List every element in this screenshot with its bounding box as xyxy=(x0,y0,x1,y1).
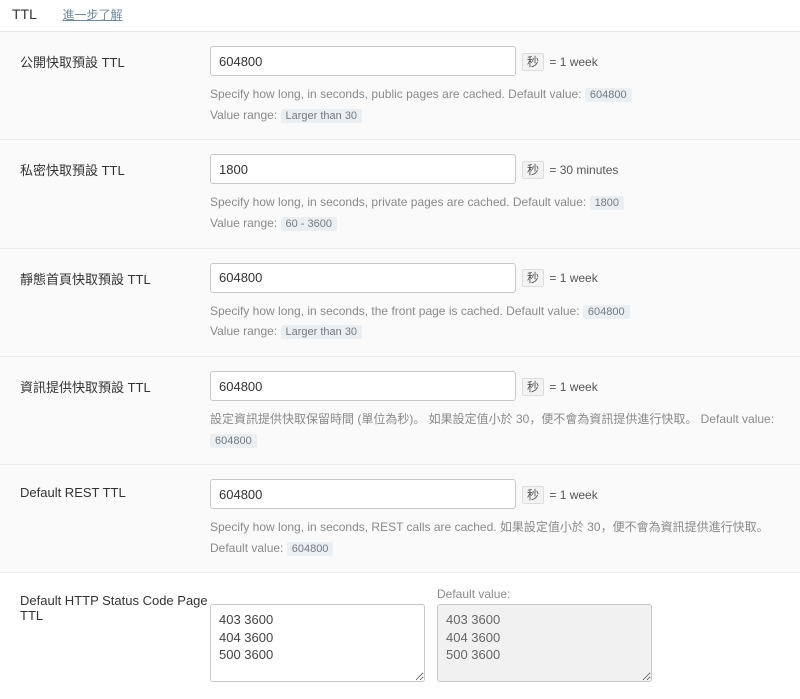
setting-rest-ttl: Default REST TTL 秒 = 1 week Specify how … xyxy=(0,465,800,573)
default-value-code: 1800 xyxy=(590,196,624,210)
setting-label: Default REST TTL xyxy=(20,479,210,558)
seconds-badge: 秒 xyxy=(522,161,544,179)
unit-equiv: = 1 week xyxy=(546,380,598,394)
feed-ttl-input[interactable] xyxy=(210,371,516,401)
help-text: Specify how long, in seconds, public pag… xyxy=(210,84,780,125)
default-value-code: 604800 xyxy=(287,542,334,556)
seconds-badge: 秒 xyxy=(522,53,544,71)
rest-ttl-input[interactable] xyxy=(210,479,516,509)
unit-label: 秒 = 1 week xyxy=(522,378,598,395)
spacer-label xyxy=(210,587,425,601)
status-value-col xyxy=(210,587,425,685)
range-code: Larger than 30 xyxy=(281,325,363,339)
default-value-code: 604800 xyxy=(583,305,630,319)
help-text: Specify how long, in seconds, the front … xyxy=(210,301,780,342)
front-ttl-input[interactable] xyxy=(210,263,516,293)
help-line: Specify how long, in seconds, public pag… xyxy=(210,87,585,101)
seconds-badge: 秒 xyxy=(522,486,544,504)
seconds-badge: 秒 xyxy=(522,378,544,396)
unit-label: 秒 = 1 week xyxy=(522,53,598,70)
setting-front-ttl: 靜態首頁快取預設 TTL 秒 = 1 week Specify how long… xyxy=(0,249,800,357)
range-code: 60 - 3600 xyxy=(281,217,337,231)
setting-label: Default HTTP Status Code Page TTL xyxy=(20,587,210,685)
unit-equiv: = 1 week xyxy=(546,55,598,69)
help-text: Specify how long, in seconds, private pa… xyxy=(210,192,780,233)
help-text: Specify how long, in seconds, REST calls… xyxy=(210,517,780,558)
setting-label: 靜態首頁快取預設 TTL xyxy=(20,263,210,342)
setting-label: 資訊提供快取預設 TTL xyxy=(20,371,210,450)
unit-equiv: = 30 minutes xyxy=(546,163,618,177)
status-default-textarea xyxy=(437,604,652,682)
setting-label: 公開快取預設 TTL xyxy=(20,46,210,125)
status-default-col: Default value: xyxy=(437,587,652,685)
setting-public-ttl: 公開快取預設 TTL 秒 = 1 week Specify how long, … xyxy=(0,32,800,140)
help-range-label: Value range: xyxy=(210,108,281,122)
range-code: Larger than 30 xyxy=(281,109,363,123)
section-title: TTL xyxy=(12,6,37,22)
setting-field: 秒 = 1 week Specify how long, in seconds,… xyxy=(210,479,780,558)
seconds-badge: 秒 xyxy=(522,269,544,287)
setting-field: 秒 = 1 week Specify how long, in seconds,… xyxy=(210,263,780,342)
help-line: 設定資訊提供快取保留時間 (單位為秒)。 如果設定值小於 30，便不會為資訊提供… xyxy=(210,412,774,426)
unit-label: 秒 = 30 minutes xyxy=(522,161,618,178)
default-label: Default value: xyxy=(437,587,652,601)
setting-private-ttl: 私密快取預設 TTL 秒 = 30 minutes Specify how lo… xyxy=(0,140,800,248)
setting-field: 秒 = 30 minutes Specify how long, in seco… xyxy=(210,154,780,233)
default-value-code: 604800 xyxy=(210,434,257,448)
unit-label: 秒 = 1 week xyxy=(522,269,598,286)
setting-field: 秒 = 1 week Specify how long, in seconds,… xyxy=(210,46,780,125)
public-ttl-input[interactable] xyxy=(210,46,516,76)
setting-field: Default value: xyxy=(210,587,780,685)
input-row: 秒 = 1 week xyxy=(210,46,780,76)
unit-equiv: = 1 week xyxy=(546,488,598,502)
input-row: 秒 = 30 minutes xyxy=(210,154,780,184)
input-row: 秒 = 1 week xyxy=(210,263,780,293)
default-value-code: 604800 xyxy=(585,88,632,102)
help-range-label: Value range: xyxy=(210,324,281,338)
help-text: 設定資訊提供快取保留時間 (單位為秒)。 如果設定值小於 30，便不會為資訊提供… xyxy=(210,409,780,450)
input-row: 秒 = 1 week xyxy=(210,371,780,401)
setting-status-ttl: Default HTTP Status Code Page TTL Defaul… xyxy=(0,573,800,699)
help-range-label: Value range: xyxy=(210,216,281,230)
input-row: 秒 = 1 week xyxy=(210,479,780,509)
help-line: Specify how long, in seconds, private pa… xyxy=(210,195,590,209)
setting-label: 私密快取預設 TTL xyxy=(20,154,210,233)
learn-more-link[interactable]: 進一步了解 xyxy=(63,8,123,22)
setting-feed-ttl: 資訊提供快取預設 TTL 秒 = 1 week 設定資訊提供快取保留時間 (單位… xyxy=(0,357,800,465)
unit-label: 秒 = 1 week xyxy=(522,486,598,503)
section-header: TTL 進一步了解 xyxy=(0,0,800,32)
unit-equiv: = 1 week xyxy=(546,271,598,285)
private-ttl-input[interactable] xyxy=(210,154,516,184)
setting-field: 秒 = 1 week 設定資訊提供快取保留時間 (單位為秒)。 如果設定值小於 … xyxy=(210,371,780,450)
status-ttl-textarea[interactable] xyxy=(210,604,425,682)
help-line: Specify how long, in seconds, the front … xyxy=(210,304,583,318)
